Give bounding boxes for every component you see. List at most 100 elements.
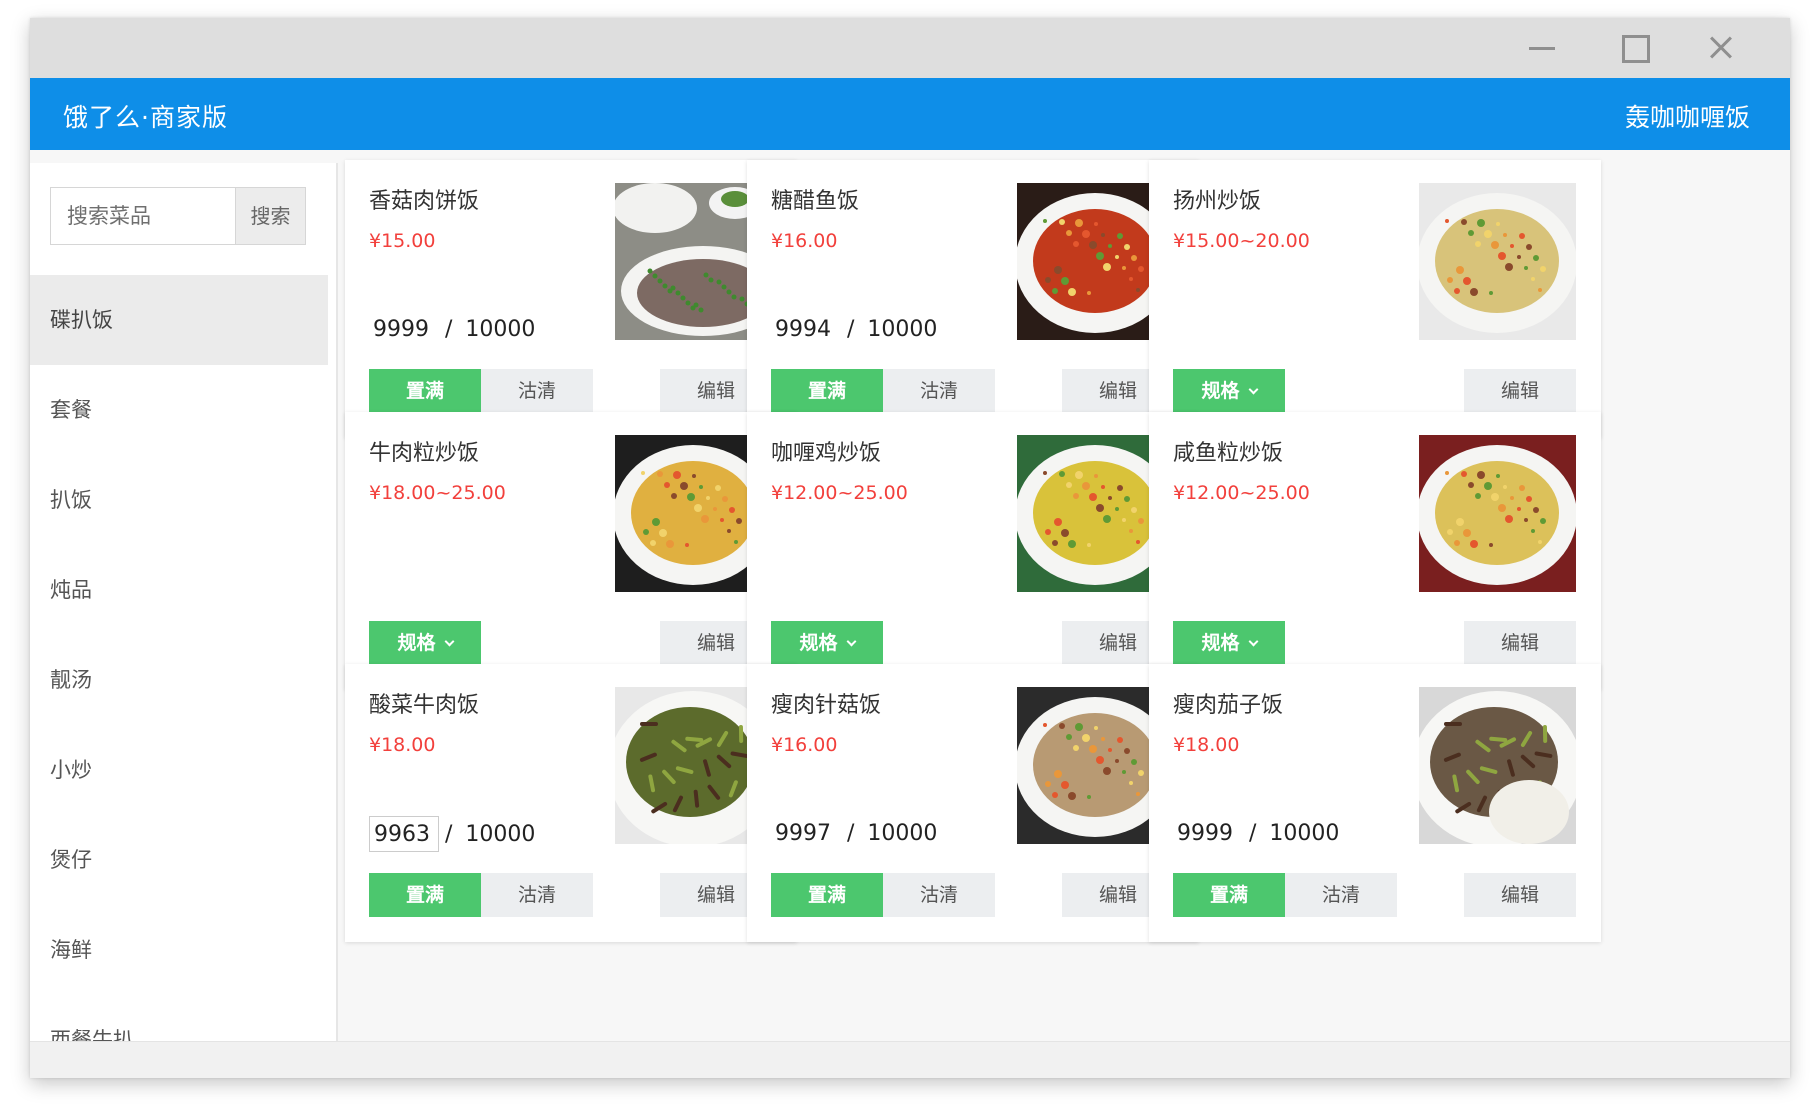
dish-card: 香菇肉饼饭 ¥15.00 9999/ 10000 置满 沽清 编辑: [345, 160, 797, 438]
fill-stock-button[interactable]: 置满: [1173, 873, 1285, 917]
spec-label: 规格: [799, 632, 838, 654]
stock-input[interactable]: 9997: [771, 816, 841, 852]
category-list: 碟扒饭 套餐 扒饭 炖品 靓汤 小炒 煲仔 海鲜 西餐牛扒: [30, 275, 328, 1043]
fill-stock-button[interactable]: 置满: [369, 369, 481, 413]
category-item[interactable]: 碟扒饭: [30, 275, 328, 365]
spec-dropdown-button[interactable]: 规格: [771, 621, 883, 665]
dish-card: 咖喱鸡炒饭 ¥12.00~25.00 规格 编辑: [747, 412, 1199, 690]
stock-counter: 9999/ 10000: [369, 312, 535, 348]
dish-card: 酸菜牛肉饭 ¥18.00 9963/ 10000 置满 沽清 编辑: [345, 664, 797, 942]
stock-separator: /: [445, 822, 453, 847]
spec-label: 规格: [1201, 632, 1240, 654]
stock-total: 10000: [867, 317, 938, 342]
dish-card: 瘦肉茄子饭 ¥18.00 9999/ 10000 置满 沽清 编辑: [1149, 664, 1601, 942]
sold-out-button[interactable]: 沽清: [481, 873, 593, 917]
edit-button[interactable]: 编辑: [1464, 873, 1576, 917]
dish-photo: [1419, 687, 1576, 844]
search-box: 搜索: [50, 187, 306, 245]
stock-input[interactable]: 9963: [369, 816, 439, 852]
dish-price: ¥16.00: [771, 734, 838, 756]
sold-out-button[interactable]: 沽清: [1285, 873, 1397, 917]
chevron-down-icon: [1248, 636, 1258, 647]
dish-price: ¥12.00~25.00: [771, 482, 908, 504]
stock-total: 10000: [867, 821, 938, 846]
dish-card: 牛肉粒炒饭 ¥18.00~25.00 规格 编辑: [345, 412, 797, 690]
stock-counter: 9963/ 10000: [369, 816, 535, 852]
stock-counter: 9994/ 10000: [771, 312, 937, 348]
stock-input[interactable]: 9999: [369, 312, 439, 348]
app-brand: 饿了么·商家版: [63, 103, 228, 132]
stock-total: 10000: [465, 317, 536, 342]
sold-out-button[interactable]: 沽清: [481, 369, 593, 413]
dish-name: 糖醋鱼饭: [771, 189, 860, 214]
category-sidebar: 搜索 碟扒饭套餐扒饭炖品靓汤小炒煲仔海鲜西餐牛扒: [30, 163, 338, 1043]
edit-button[interactable]: 编辑: [1464, 369, 1576, 413]
stock-separator: /: [847, 317, 855, 342]
dish-price: ¥18.00: [369, 734, 436, 756]
shop-name[interactable]: 轰咖咖喱饭: [1625, 98, 1750, 134]
dish-name: 瘦肉茄子饭: [1173, 693, 1284, 718]
search-button[interactable]: 搜索: [235, 188, 305, 244]
stock-separator: /: [445, 317, 453, 342]
dish-name: 咸鱼粒炒饭: [1173, 441, 1284, 466]
spec-dropdown-button[interactable]: 规格: [1173, 621, 1285, 665]
title-bar: [30, 18, 1790, 78]
dish-photo: [1419, 435, 1576, 592]
dish-price: ¥18.00: [1173, 734, 1240, 756]
stock-toggle: 置满 沽清: [369, 873, 593, 917]
category-item[interactable]: 煲仔: [30, 815, 328, 905]
dish-price: ¥12.00~25.00: [1173, 482, 1310, 504]
dish-name: 瘦肉针菇饭: [771, 693, 882, 718]
fill-stock-button[interactable]: 置满: [771, 873, 883, 917]
spec-dropdown-button[interactable]: 规格: [1173, 369, 1285, 413]
category-item[interactable]: 小炒: [30, 725, 328, 815]
maximize-icon[interactable]: [1615, 30, 1655, 66]
dish-name: 酸菜牛肉饭: [369, 693, 480, 718]
app-window: 饿了么·商家版 轰咖咖喱饭 搜索 碟扒饭套餐扒饭炖品靓汤小炒煲仔海鲜西餐牛扒 香…: [30, 18, 1790, 1078]
stock-toggle: 置满 沽清: [771, 369, 995, 413]
stock-separator: /: [847, 821, 855, 846]
spec-dropdown-button[interactable]: 规格: [369, 621, 481, 665]
dish-card: 咸鱼粒炒饭 ¥12.00~25.00 规格 编辑: [1149, 412, 1601, 690]
dish-name: 咖喱鸡炒饭: [771, 441, 882, 466]
stock-toggle: 置满 沽清: [369, 369, 593, 413]
search-input[interactable]: [51, 188, 235, 244]
stock-separator: /: [1249, 821, 1257, 846]
fill-stock-button[interactable]: 置满: [771, 369, 883, 413]
dish-price: ¥15.00: [369, 230, 436, 252]
dish-card: 扬州炒饭 ¥15.00~20.00 规格 编辑: [1149, 160, 1601, 438]
dish-card: 糖醋鱼饭 ¥16.00 9994/ 10000 置满 沽清 编辑: [747, 160, 1199, 438]
edit-button[interactable]: 编辑: [1464, 621, 1576, 665]
stock-toggle: 置满 沽清: [1173, 873, 1397, 917]
status-bar: [30, 1041, 1790, 1078]
chevron-down-icon: [444, 636, 454, 647]
stock-counter: 9997/ 10000: [771, 816, 937, 852]
stock-toggle: 置满 沽清: [771, 873, 995, 917]
stock-input[interactable]: 9994: [771, 312, 841, 348]
category-item[interactable]: 靓汤: [30, 635, 328, 725]
dish-name: 香菇肉饼饭: [369, 189, 480, 214]
category-item[interactable]: 西餐牛扒: [30, 995, 328, 1043]
dish-name: 扬州炒饭: [1173, 189, 1262, 214]
stock-counter: 9999/ 10000: [1173, 816, 1339, 852]
stock-total: 10000: [1269, 821, 1340, 846]
stock-input[interactable]: 9999: [1173, 816, 1243, 852]
dish-price: ¥16.00: [771, 230, 838, 252]
category-item[interactable]: 套餐: [30, 365, 328, 455]
chevron-down-icon: [1248, 384, 1258, 395]
sold-out-button[interactable]: 沽清: [883, 369, 995, 413]
spec-label: 规格: [397, 632, 436, 654]
category-item[interactable]: 扒饭: [30, 455, 328, 545]
category-item[interactable]: 海鲜: [30, 905, 328, 995]
spec-label: 规格: [1201, 380, 1240, 402]
dish-price: ¥15.00~20.00: [1173, 230, 1310, 252]
app-header: 饿了么·商家版 轰咖咖喱饭: [30, 78, 1790, 150]
category-item[interactable]: 炖品: [30, 545, 328, 635]
fill-stock-button[interactable]: 置满: [369, 873, 481, 917]
close-icon[interactable]: [1703, 30, 1743, 66]
minimize-icon[interactable]: [1523, 30, 1563, 66]
dish-photo: [1419, 183, 1576, 340]
sold-out-button[interactable]: 沽清: [883, 873, 995, 917]
dish-price: ¥18.00~25.00: [369, 482, 506, 504]
dish-name: 牛肉粒炒饭: [369, 441, 480, 466]
